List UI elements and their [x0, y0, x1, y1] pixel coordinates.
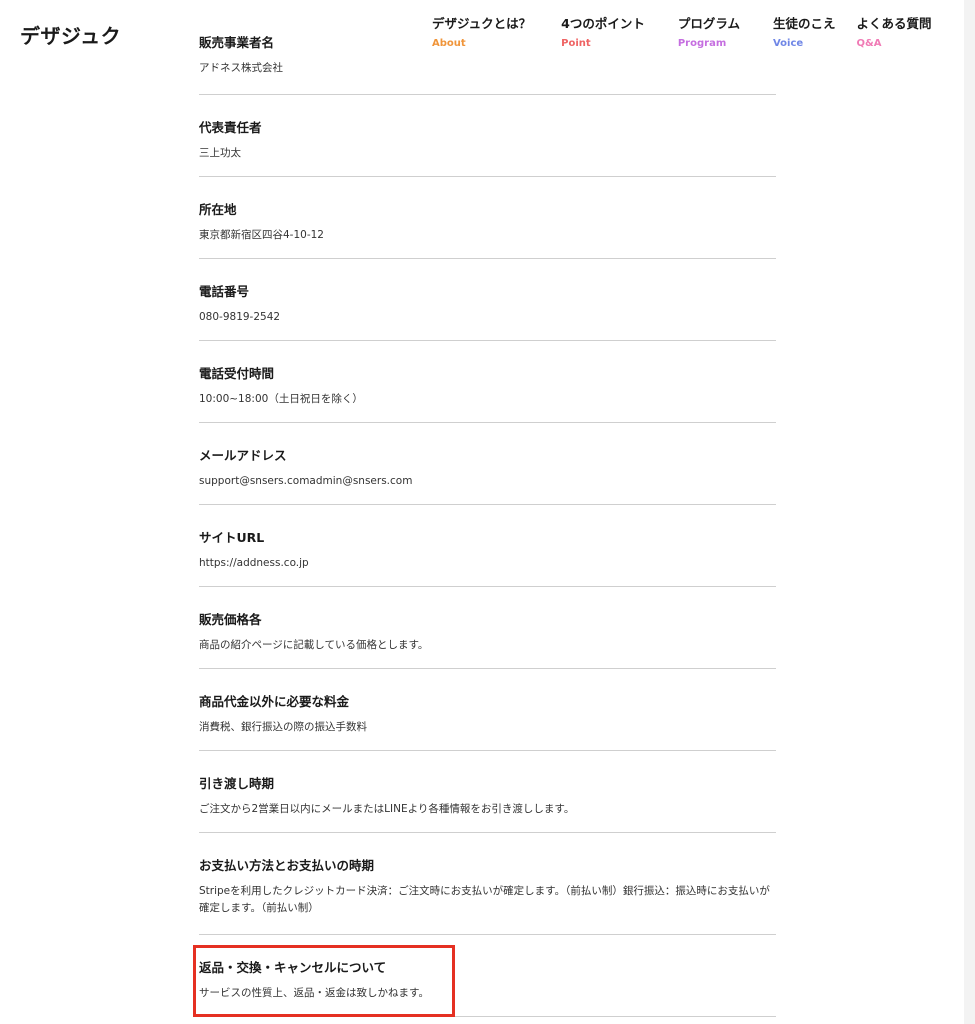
row-title: 商品代金以外に必要な料金	[199, 694, 350, 709]
row-title: 代表責任者	[199, 120, 262, 135]
info-row-delivery: 引き渡し時期 ご注文から2営業日以内にメールまたはLINEより各種情報をお引き渡…	[199, 751, 776, 833]
row-title: 電話受付時間	[199, 366, 275, 381]
info-row-payment: お支払い方法とお支払いの時期 Stripeを利用したクレジットカード決済：ご注文…	[199, 833, 776, 935]
nav-label-en: Q&A	[856, 38, 882, 49]
site-logo[interactable]: デザジュク	[20, 20, 121, 49]
nav-label-jp: よくある質問	[856, 16, 932, 31]
row-title: メールアドレス	[199, 448, 287, 463]
highlight-box	[193, 945, 455, 1017]
row-value: 三上功太	[199, 147, 241, 159]
row-value: https://addness.co.jp	[199, 557, 309, 569]
info-row-seller: 販売事業者名 アドネス株式会社	[199, 32, 776, 95]
info-row-representative: 代表責任者 三上功太	[199, 95, 776, 177]
scrollbar-track[interactable]	[964, 0, 975, 1024]
nav-label-en: Voice	[772, 38, 804, 49]
row-title: 電話番号	[199, 284, 250, 299]
row-value: 商品の紹介ページに記載している価格とします。	[199, 639, 429, 651]
info-row-phone: 電話番号 080-9819-2542	[199, 259, 776, 341]
info-row-site-url: サイトURL https://addness.co.jp	[199, 505, 776, 587]
info-row-price: 販売価格各 商品の紹介ページに記載している価格とします。	[199, 587, 776, 669]
row-title: 所在地	[199, 202, 237, 217]
info-row-email: メールアドレス support@snsers.comadmin@snsers.c…	[199, 423, 776, 505]
row-title: サイトURL	[199, 530, 265, 545]
nav-item-qa[interactable]: よくある質問 Q&A	[857, 13, 932, 49]
row-value: ご注文から2営業日以内にメールまたはLINEより各種情報をお引き渡しします。	[199, 803, 575, 815]
row-value: 東京都新宿区四谷4-10-12	[199, 229, 324, 241]
info-row-address: 所在地 東京都新宿区四谷4-10-12	[199, 177, 776, 259]
row-title: 販売価格各	[199, 612, 262, 627]
row-value: アドネス株式会社	[199, 62, 283, 74]
info-row-extra-fees: 商品代金以外に必要な料金 消費税、銀行振込の際の振込手数料	[199, 669, 776, 751]
nav-item-voice[interactable]: 生徒のこえ Voice	[773, 13, 836, 49]
legal-info-table: 販売事業者名 アドネス株式会社 代表責任者 三上功太 所在地 東京都新宿区四谷4…	[199, 30, 776, 1017]
info-row-phone-hours: 電話受付時間 10:00~18:00（土日祝日を除く）	[199, 341, 776, 423]
row-title: 販売事業者名	[199, 35, 275, 50]
row-value: support@snsers.comadmin@snsers.com	[199, 475, 413, 487]
row-value: 消費税、銀行振込の際の振込手数料	[199, 721, 367, 733]
row-value: 080-9819-2542	[199, 311, 281, 323]
row-title: 引き渡し時期	[199, 776, 275, 791]
row-title: お支払い方法とお支払いの時期	[199, 858, 375, 873]
row-value: Stripeを利用したクレジットカード決済：ご注文時にお支払いが確定します。（前…	[199, 885, 770, 914]
row-value: 10:00~18:00（土日祝日を除く）	[199, 393, 363, 405]
nav-label-jp: 生徒のこえ	[772, 16, 836, 31]
